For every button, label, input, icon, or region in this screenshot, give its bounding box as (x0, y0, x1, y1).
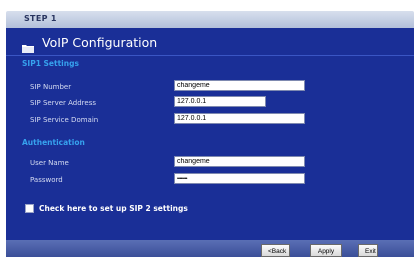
step-label: STEP 1 (24, 14, 57, 23)
password-input[interactable] (174, 173, 305, 184)
footer-bar: <Back Apply Exit (6, 240, 414, 257)
step-bar: STEP 1 (6, 11, 414, 28)
wizard-window: STEP 1 VoIP Configuration SIP1 Settings … (0, 0, 420, 257)
title-divider (6, 55, 414, 56)
folder-icon (22, 38, 34, 53)
user-name-input[interactable] (174, 156, 305, 167)
exit-button[interactable]: Exit (358, 244, 378, 257)
sip1-settings-heading: SIP1 Settings (22, 59, 79, 68)
sip-server-address-label: SIP Server Address (30, 99, 97, 107)
user-name-label: User Name (30, 159, 69, 167)
authentication-heading: Authentication (22, 138, 85, 147)
title-row: VoIP Configuration (6, 30, 414, 53)
config-panel: VoIP Configuration SIP1 Settings SIP Num… (6, 28, 414, 240)
sip-number-input[interactable] (174, 80, 305, 91)
sip-service-domain-label: SIP Service Domain (30, 116, 99, 124)
page-title: VoIP Configuration (42, 35, 158, 50)
apply-button[interactable]: Apply (310, 244, 342, 257)
sip-number-label: SIP Number (30, 83, 72, 91)
sip2-setup-checkbox[interactable] (25, 204, 34, 213)
back-button[interactable]: <Back (261, 244, 290, 257)
password-label: Password (30, 176, 63, 184)
sip2-setup-label: Check here to set up SIP 2 settings (39, 204, 188, 213)
sip-service-domain-input[interactable] (174, 113, 305, 124)
sip-server-address-input[interactable] (174, 96, 266, 107)
